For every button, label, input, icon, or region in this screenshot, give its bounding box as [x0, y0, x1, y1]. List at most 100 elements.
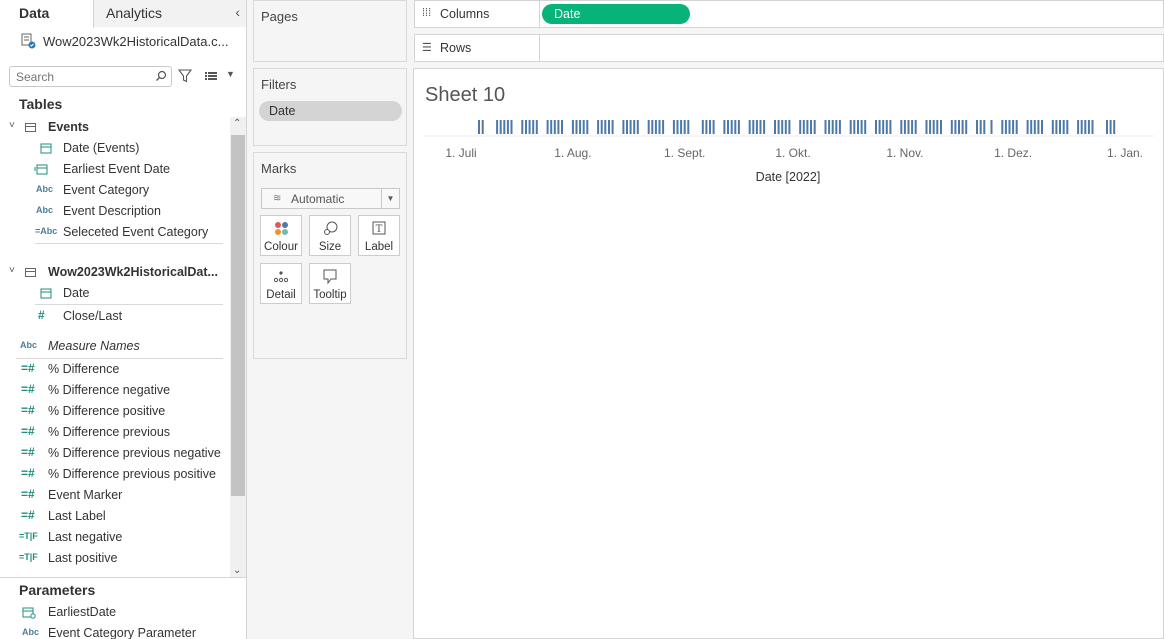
date-tick-mark[interactable]	[831, 120, 834, 134]
date-tick-mark[interactable]	[582, 120, 585, 134]
field-item[interactable]: =Abc Seleceted Event Category	[0, 222, 230, 243]
columns-pill-date[interactable]: Date	[542, 4, 690, 24]
date-tick-mark[interactable]	[875, 120, 877, 134]
date-tick-mark[interactable]	[730, 120, 733, 134]
colour-button[interactable]: Colour	[260, 215, 302, 256]
date-tick-mark[interactable]	[979, 120, 982, 134]
date-tick-mark[interactable]	[672, 120, 675, 134]
field-item[interactable]: Date	[0, 283, 230, 304]
field-item[interactable]: Abc Measure Names	[0, 336, 230, 357]
date-tick-mark[interactable]	[683, 120, 686, 134]
date-tick-mark[interactable]	[983, 120, 986, 134]
field-item[interactable]: =# % Difference positive	[0, 401, 230, 422]
filters-card[interactable]: Filters Date	[253, 68, 407, 146]
date-tick-mark[interactable]	[662, 120, 665, 134]
date-tick-mark[interactable]	[1030, 120, 1033, 134]
chevron-down-icon[interactable]: ▼	[381, 189, 399, 208]
date-tick-mark[interactable]	[499, 120, 502, 134]
date-tick-mark[interactable]	[936, 120, 939, 134]
tab-analytics[interactable]: Analytics	[94, 0, 246, 27]
date-tick-mark[interactable]	[727, 120, 729, 134]
date-tick-mark[interactable]	[586, 120, 589, 134]
filter-pill-date[interactable]: Date	[259, 101, 402, 121]
date-tick-mark[interactable]	[553, 120, 556, 134]
date-tick-mark[interactable]	[788, 120, 791, 134]
field-item[interactable]: =# % Difference previous negative	[0, 443, 230, 464]
date-tick-mark[interactable]	[1015, 120, 1018, 134]
date-tick-mark[interactable]	[535, 120, 538, 134]
pages-card[interactable]: Pages	[253, 0, 407, 62]
date-tick-mark[interactable]	[1062, 120, 1065, 134]
field-item[interactable]: =# % Difference previous	[0, 422, 230, 443]
chevron-down-icon[interactable]: ▼	[226, 69, 235, 79]
date-tick-mark[interactable]	[759, 120, 762, 134]
date-tick-mark[interactable]	[950, 120, 953, 134]
date-tick-mark[interactable]	[1109, 120, 1112, 134]
date-tick-mark[interactable]	[608, 120, 610, 134]
date-tick-mark[interactable]	[802, 120, 805, 134]
label-button[interactable]: T Label	[358, 215, 400, 256]
chevron-down-icon[interactable]: ˅	[9, 120, 15, 131]
date-tick-mark[interactable]	[723, 120, 726, 134]
date-tick-mark[interactable]	[496, 120, 499, 134]
date-tick-mark[interactable]	[658, 120, 661, 134]
date-tick-mark[interactable]	[932, 120, 935, 134]
date-tick-mark[interactable]	[1087, 120, 1090, 134]
date-tick-mark[interactable]	[1001, 120, 1004, 134]
date-tick-mark[interactable]	[1033, 120, 1036, 134]
date-tick-mark[interactable]	[911, 120, 914, 134]
parameter-item[interactable]: EarliestDate	[0, 602, 230, 623]
field-item[interactable]: Earliest Event Date	[0, 159, 230, 180]
mark-type-select[interactable]: ≋ Automatic ▼	[261, 188, 400, 209]
date-tick-mark[interactable]	[481, 120, 484, 134]
date-tick-mark[interactable]	[579, 120, 582, 134]
rows-shelf[interactable]: ☰ Rows	[414, 34, 1164, 62]
field-item[interactable]: =# % Difference negative	[0, 380, 230, 401]
date-tick-mark[interactable]	[824, 120, 827, 134]
date-tick-mark[interactable]	[849, 120, 852, 134]
date-tick-mark[interactable]	[1055, 120, 1058, 134]
date-tick-mark[interactable]	[889, 120, 892, 134]
date-tick-mark[interactable]	[633, 120, 636, 134]
date-tick-mark[interactable]	[734, 120, 737, 134]
date-tick-mark[interactable]	[925, 120, 928, 134]
date-tick-mark[interactable]	[709, 120, 711, 134]
date-tick-mark[interactable]	[1004, 120, 1007, 134]
date-tick-mark[interactable]	[958, 120, 960, 134]
date-tick-mark[interactable]	[940, 120, 942, 134]
date-tick-mark[interactable]	[774, 120, 776, 134]
date-tick-mark[interactable]	[777, 120, 780, 134]
date-tick-mark[interactable]	[1106, 120, 1108, 134]
date-tick-mark[interactable]	[1066, 120, 1069, 134]
chevron-down-icon[interactable]: ˅	[9, 265, 15, 276]
field-item[interactable]: =# Event Marker	[0, 485, 230, 506]
table-group[interactable]: ˅ Events	[0, 117, 230, 138]
date-tick-mark[interactable]	[687, 120, 690, 134]
sheet-title[interactable]: Sheet 10	[425, 84, 505, 107]
date-tick-mark[interactable]	[857, 120, 859, 134]
date-tick-mark[interactable]	[1026, 120, 1029, 134]
date-tick-mark[interactable]	[1037, 120, 1040, 134]
date-tick-mark[interactable]	[860, 120, 863, 134]
date-tick-mark[interactable]	[784, 120, 787, 134]
date-tick-mark[interactable]	[976, 120, 978, 134]
date-tick-mark[interactable]	[1008, 120, 1011, 134]
date-tick-mark[interactable]	[929, 120, 932, 134]
date-tick-mark[interactable]	[799, 120, 802, 134]
date-tick-mark[interactable]	[676, 120, 679, 134]
date-tick-mark[interactable]	[521, 120, 524, 134]
date-tick-mark[interactable]	[1080, 120, 1083, 134]
date-tick-mark[interactable]	[885, 120, 888, 134]
date-tick-mark[interactable]	[546, 120, 549, 134]
scroll-up-icon[interactable]: ⌃	[233, 118, 241, 129]
date-tick-mark[interactable]	[1113, 120, 1116, 134]
field-item[interactable]: =T|F Last positive	[0, 548, 230, 569]
date-tick-mark[interactable]	[611, 120, 614, 134]
date-tick-mark[interactable]	[528, 120, 531, 134]
date-tick-mark[interactable]	[763, 120, 766, 134]
date-tick-mark[interactable]	[575, 120, 578, 134]
date-tick-mark[interactable]	[810, 120, 812, 134]
date-tick-mark[interactable]	[748, 120, 751, 134]
date-tick-mark[interactable]	[1041, 120, 1043, 134]
date-tick-mark[interactable]	[1084, 120, 1087, 134]
